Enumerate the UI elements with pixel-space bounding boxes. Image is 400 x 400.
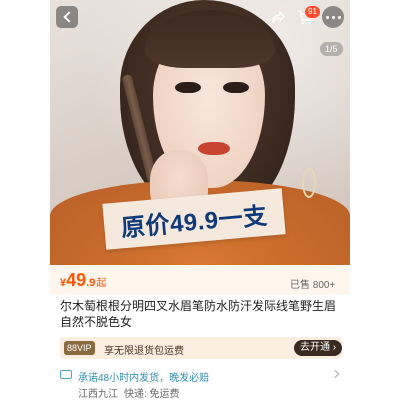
shipping-promise-row[interactable]: 承诺48小时内发货，晚发必赔 [60, 368, 342, 384]
back-icon [62, 11, 75, 23]
model-eye-left [175, 82, 201, 93]
share-button[interactable] [267, 6, 289, 28]
price-integer: 49 [66, 270, 87, 290]
vip-tag: 88VIP [64, 341, 95, 355]
shipping-location-row: 江西九江 快递: 免运费 [78, 385, 180, 400]
shipping-promise: 承诺48小时内发货，晚发必赔 [78, 373, 210, 384]
back-button[interactable] [56, 6, 78, 28]
image-counter: 1/5 [320, 42, 343, 56]
shipping-fee: 快递: 免运费 [124, 389, 180, 400]
model-eye-right [223, 82, 249, 93]
vip-text: 享无限退货包运费 [104, 346, 184, 357]
chevron-right-icon [330, 369, 340, 379]
more-icon-dot [325, 15, 329, 19]
price-row: ¥49.9起 已售 800+ [50, 265, 350, 295]
more-icon-dot [337, 15, 341, 19]
sold-count: 已售 800+ [290, 280, 336, 291]
price: ¥49.9起 [60, 270, 106, 291]
price-decimal: .9 [86, 277, 96, 289]
more-icon-dot [331, 15, 335, 19]
vip-activate-button[interactable]: 去开通 › [294, 340, 343, 356]
promo-text: 原价49.9一支 [120, 202, 269, 242]
share-icon [272, 11, 285, 23]
more-button[interactable] [322, 6, 344, 28]
price-suffix: 起 [96, 278, 107, 289]
product-detail-screen: 91 1/5 原价49.9一支 ¥49.9起 已售 800+ 尔木萄根根分明四叉… [50, 0, 350, 400]
earring [302, 168, 316, 198]
truck-icon [60, 370, 72, 379]
model-lips [198, 142, 230, 155]
product-image[interactable]: 91 1/5 原价49.9一支 [50, 0, 350, 265]
cart-count-badge: 91 [305, 6, 320, 18]
product-title: 尔木萄根根分明四叉水眉笔防水防汗发际线笔野生眉自然不脱色女 [60, 299, 337, 329]
shipping-origin: 江西九江 [78, 389, 118, 400]
vip-banner[interactable]: 88VIP 享无限退货包运费 去开通 › [60, 337, 343, 359]
